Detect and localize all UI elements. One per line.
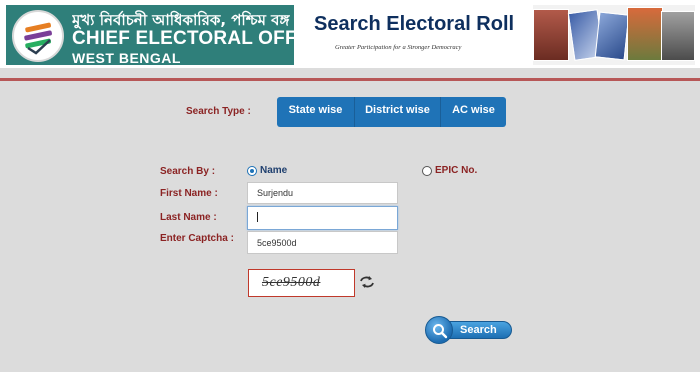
first-name-label: First Name : — [160, 188, 218, 199]
search-icon[interactable] — [425, 316, 453, 344]
voter-photo — [533, 9, 569, 61]
last-name-label: Last Name : — [160, 212, 217, 223]
tab-ac-wise[interactable]: AC wise — [441, 97, 506, 127]
captcha-image: 5ce9500d — [248, 269, 355, 297]
page-title: Search Electoral Roll — [314, 13, 515, 35]
search-button[interactable]: Search — [425, 316, 513, 344]
search-type-tabs: State wise District wise AC wise — [277, 97, 506, 127]
radio-button-name[interactable] — [247, 165, 257, 176]
last-name-input[interactable] — [247, 206, 398, 230]
voter-card-photo — [594, 11, 630, 61]
crowd-photo — [661, 11, 695, 61]
header-divider — [0, 78, 700, 81]
captcha-input[interactable] — [247, 231, 398, 254]
refresh-icon[interactable] — [359, 275, 375, 289]
election-logo-icon — [12, 10, 64, 62]
org-title-line2: WEST BENGAL — [72, 50, 181, 66]
text-cursor — [257, 212, 258, 222]
tagline: Greater Participation for a Stronger Dem… — [335, 44, 462, 51]
radio-label-epic: EPIC No. — [435, 165, 478, 176]
tab-state-wise[interactable]: State wise — [277, 97, 355, 127]
search-by-label: Search By : — [160, 166, 216, 177]
page: মুখ্য নির্বাচনী আধিকারিক, পশ্চিম বঙ্গ CH… — [0, 0, 700, 372]
captcha-label: Enter Captcha : — [160, 233, 234, 244]
header: মুখ্য নির্বাচনী আধিকারিক, পশ্চিম বঙ্গ CH… — [0, 0, 700, 68]
radio-label-name: Name — [260, 165, 288, 176]
org-banner: মুখ্য নির্বাচনী আধিকারিক, পশ্চিম বঙ্গ CH… — [6, 5, 348, 66]
first-name-input[interactable] — [247, 182, 398, 204]
tab-district-wise[interactable]: District wise — [355, 97, 441, 127]
radio-button-epic[interactable] — [422, 165, 432, 176]
crowd-photo — [627, 7, 663, 61]
captcha-image-text: 5ce9500d — [262, 275, 321, 290]
page-title-banner: Search Electoral Roll Greater Participat… — [297, 5, 530, 65]
radio-option-epic[interactable]: EPIC No. — [422, 165, 477, 176]
search-type-label: Search Type : — [186, 106, 251, 117]
radio-option-name[interactable]: Name — [247, 165, 287, 176]
search-button-label: Search — [460, 324, 497, 336]
header-photo-collage — [533, 5, 695, 65]
